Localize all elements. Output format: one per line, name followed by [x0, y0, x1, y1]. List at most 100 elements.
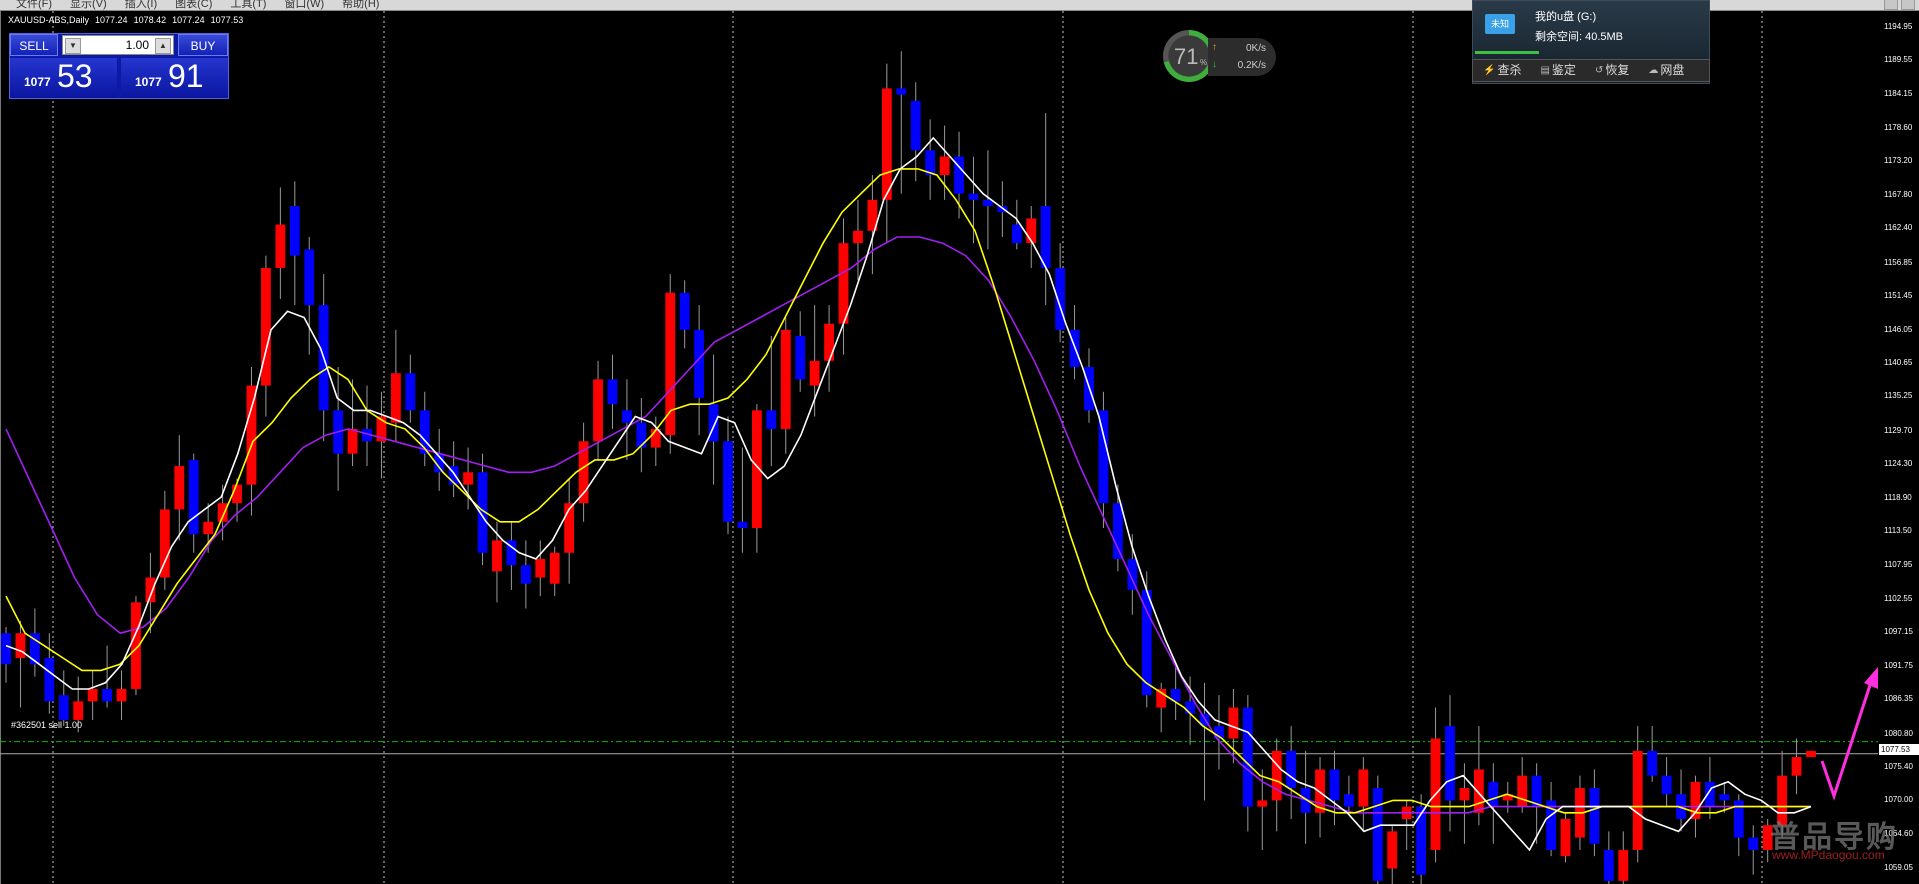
clip-icon: ▤ — [1540, 65, 1550, 76]
candle-body — [275, 224, 286, 268]
candle-body — [1358, 769, 1369, 807]
menu-item[interactable]: 帮助(H) — [342, 0, 379, 10]
candle-body — [116, 688, 127, 702]
price-tick: 1156.85 — [1884, 257, 1913, 267]
candle-body — [780, 329, 791, 429]
sell-button[interactable]: SELL — [10, 34, 58, 56]
menu-item[interactable]: 图表(C) — [175, 0, 212, 10]
candle-body — [1632, 750, 1643, 850]
menu-item[interactable]: 工具(T) — [230, 0, 266, 10]
price-tick: 1184.15 — [1884, 88, 1913, 98]
sell-price-prefix: 1077 — [24, 75, 51, 89]
usb-action-2[interactable]: ▤ 鉴定 — [1530, 60, 1584, 81]
candle-body — [232, 484, 242, 504]
usb-action-3[interactable]: ↺ 恢复 — [1585, 60, 1638, 81]
symbol-open: 1077.24 — [95, 15, 128, 25]
price-tick: 1194.95 — [1884, 21, 1913, 31]
usb-space-bar — [1475, 51, 1539, 54]
candle-body — [1372, 788, 1383, 881]
price-tick: 1086.35 — [1884, 694, 1913, 704]
candle-body — [1156, 688, 1167, 708]
candle-body — [15, 633, 26, 659]
candle-body — [549, 552, 560, 584]
candle-body — [1271, 750, 1282, 801]
price-tick: 1059.05 — [1884, 863, 1913, 873]
candle-body — [636, 422, 647, 448]
symbol-header: XAUUSD-ABS,Daily 1077.24 1078.42 1077.24… — [8, 15, 243, 25]
candle-body — [217, 503, 228, 522]
candle-body — [1705, 781, 1715, 807]
lot-decrease-icon[interactable]: ▼ — [65, 38, 81, 54]
price-tick: 1140.65 — [1884, 357, 1913, 367]
price-tick: 1091.75 — [1884, 660, 1913, 670]
candle-body — [102, 688, 112, 702]
candle-body — [520, 565, 531, 584]
current-price-tag: 1077.53 — [1879, 744, 1919, 755]
speed-panel: ↑ 0K/s ↓ 0.2K/s — [1208, 38, 1276, 76]
price-tick: 1173.20 — [1884, 156, 1913, 166]
candle-body — [174, 466, 185, 510]
usb-action-label: 网盘 — [1660, 63, 1685, 77]
candle-body — [1185, 701, 1195, 714]
candle-body — [809, 360, 820, 386]
candle-body — [1011, 224, 1022, 244]
sell-quote[interactable]: 1077 53 — [10, 58, 117, 98]
price-tick: 1107.95 — [1884, 560, 1913, 570]
lot-increase-icon[interactable]: ▲ — [155, 38, 171, 54]
candle-body — [1445, 726, 1455, 801]
annotation-arrow — [1820, 678, 1874, 801]
order-line-label[interactable]: #362501 sell 1.00 — [11, 720, 82, 730]
candle-body — [1618, 849, 1629, 881]
usb-action-4[interactable]: ☁ 网盘 — [1638, 60, 1693, 81]
lot-size-input[interactable]: ▼ 1.00 ▲ — [62, 35, 174, 55]
candle-body — [1257, 800, 1268, 807]
lightning-icon: ⚡ — [1483, 65, 1496, 76]
symbol-name: XAUUSD-ABS,Daily — [8, 15, 90, 25]
price-tick: 1162.40 — [1884, 223, 1913, 233]
candlestick-chart[interactable] — [0, 11, 1878, 884]
candle-body — [1488, 781, 1499, 807]
restore-icon: ↺ — [1594, 65, 1604, 76]
candle-body — [246, 385, 257, 485]
usb-action-label: 恢复 — [1605, 63, 1630, 77]
one-click-trade-panel: SELL ▼ 1.00 ▲ BUY 1077 53 1077 91 — [9, 33, 229, 99]
candle-body — [1661, 775, 1672, 795]
candle-body — [1603, 849, 1614, 881]
close-icon[interactable] — [1901, 0, 1915, 10]
candle-body — [1055, 267, 1066, 330]
price-tick: 1075.40 — [1884, 761, 1913, 771]
buy-button[interactable]: BUY — [178, 34, 228, 56]
candle-body — [1748, 837, 1759, 850]
annotation-arrowhead — [1864, 667, 1878, 689]
watermark-url: www.MPdaogou.com — [1772, 848, 1885, 862]
upload-arrow-icon: ↑ — [1212, 42, 1217, 53]
candle-body — [939, 156, 950, 176]
restore-icon[interactable] — [1884, 0, 1898, 10]
candle-body — [1517, 775, 1528, 807]
candle-body — [1344, 794, 1354, 807]
candle-body — [492, 540, 502, 572]
upload-speed: 0K/s — [1245, 43, 1266, 54]
usb-action-1[interactable]: ⚡ 查杀 — [1473, 60, 1530, 81]
price-tick: 1135.25 — [1884, 391, 1913, 401]
candle-body — [1791, 757, 1802, 776]
candle-body — [405, 373, 416, 411]
candle-body — [1112, 503, 1123, 559]
candle-body — [188, 459, 199, 535]
candle-body — [73, 701, 84, 720]
menu-item[interactable]: 文件(F) — [16, 0, 52, 10]
candle-body — [694, 329, 705, 398]
candle-body — [1459, 788, 1470, 801]
menu-item[interactable]: 显示(V) — [70, 0, 107, 10]
price-tick: 1102.55 — [1884, 593, 1913, 603]
candle-body — [1329, 769, 1340, 801]
price-tick: 1118.90 — [1884, 492, 1912, 502]
candle-body — [1228, 707, 1239, 739]
candle-body — [1127, 558, 1138, 590]
menu-item[interactable]: 插入(I) — [125, 0, 157, 10]
buy-quote[interactable]: 1077 91 — [121, 58, 228, 98]
sell-price-pips: 53 — [57, 58, 93, 94]
menu-item[interactable]: 窗口(W) — [284, 0, 324, 10]
network-monitor-widget[interactable]: 71 % ↑ 0K/s ↓ 0.2K/s — [1160, 30, 1280, 88]
candle-body — [1, 633, 11, 665]
